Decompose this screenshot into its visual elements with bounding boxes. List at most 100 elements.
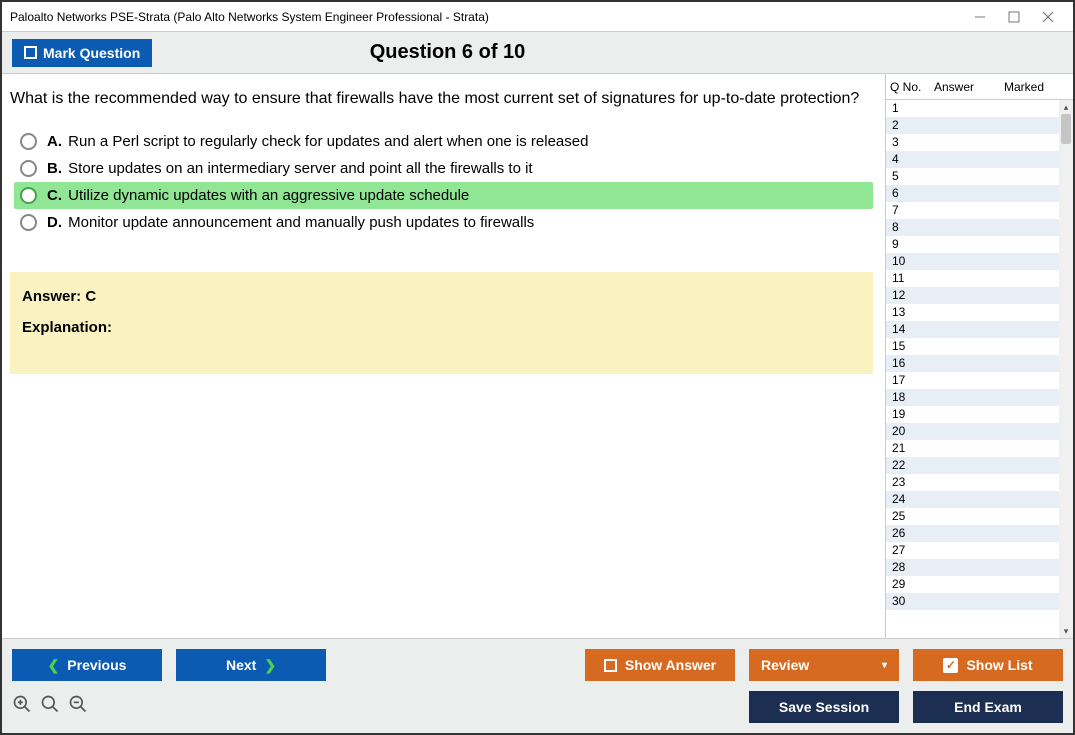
options-list: A. Run a Perl script to regularly check …: [14, 128, 873, 236]
header-answer: Answer: [934, 80, 1004, 94]
answer-panel: Answer: C Explanation:: [10, 272, 873, 374]
show-list-button[interactable]: ✓ Show List: [913, 649, 1063, 681]
question-list-row[interactable]: 17: [886, 372, 1059, 389]
option-text: A. Run a Perl script to regularly check …: [47, 133, 588, 150]
option-text: B. Store updates on an intermediary serv…: [47, 160, 533, 177]
option-row[interactable]: C. Utilize dynamic updates with an aggre…: [14, 182, 873, 209]
previous-label: Previous: [67, 657, 126, 673]
option-text: C. Utilize dynamic updates with an aggre…: [47, 187, 469, 204]
radio-icon[interactable]: [20, 133, 37, 150]
question-list-row[interactable]: 13: [886, 304, 1059, 321]
checkbox-empty-icon: [24, 46, 37, 59]
window-title: Paloalto Networks PSE-Strata (Palo Alto …: [10, 10, 973, 24]
show-list-label: Show List: [966, 657, 1032, 673]
explanation-label: Explanation:: [22, 319, 861, 336]
question-list-row[interactable]: 21: [886, 440, 1059, 457]
question-list-row[interactable]: 1: [886, 100, 1059, 117]
option-row[interactable]: A. Run a Perl script to regularly check …: [14, 128, 873, 155]
end-exam-button[interactable]: End Exam: [913, 691, 1063, 723]
checkbox-empty-icon: [604, 659, 617, 672]
maximize-icon[interactable]: [1007, 10, 1021, 24]
question-list-row[interactable]: 30: [886, 593, 1059, 610]
question-list-header: Q No. Answer Marked: [886, 74, 1073, 100]
option-row[interactable]: B. Store updates on an intermediary serv…: [14, 155, 873, 182]
question-list-row[interactable]: 7: [886, 202, 1059, 219]
option-text: D. Monitor update announcement and manua…: [47, 214, 534, 231]
show-answer-label: Show Answer: [625, 657, 716, 673]
question-list-row[interactable]: 12: [886, 287, 1059, 304]
question-text: What is the recommended way to ensure th…: [10, 90, 873, 108]
question-list-row[interactable]: 14: [886, 321, 1059, 338]
question-list-row[interactable]: 26: [886, 525, 1059, 542]
question-list-row[interactable]: 5: [886, 168, 1059, 185]
body: What is the recommended way to ensure th…: [2, 74, 1073, 638]
footer-row-1: ❮ Previous Next ❯ Show Answer Review ▾ ✓…: [12, 649, 1063, 681]
question-list-row[interactable]: 8: [886, 219, 1059, 236]
end-exam-label: End Exam: [954, 699, 1022, 715]
question-list-row[interactable]: 16: [886, 355, 1059, 372]
question-list-row[interactable]: 23: [886, 474, 1059, 491]
previous-button[interactable]: ❮ Previous: [12, 649, 162, 681]
question-list-row[interactable]: 15: [886, 338, 1059, 355]
main-panel: What is the recommended way to ensure th…: [2, 74, 885, 638]
question-list-row[interactable]: 19: [886, 406, 1059, 423]
scroll-up-icon[interactable]: ▴: [1059, 100, 1073, 114]
window-controls: [973, 10, 1055, 24]
mark-question-label: Mark Question: [43, 45, 140, 61]
question-list-row[interactable]: 3: [886, 134, 1059, 151]
scrollbar[interactable]: ▴ ▾: [1059, 100, 1073, 638]
zoom-controls: [12, 694, 88, 720]
question-list-row[interactable]: 2: [886, 117, 1059, 134]
question-list-row[interactable]: 24: [886, 491, 1059, 508]
scroll-thumb[interactable]: [1061, 114, 1071, 144]
mark-question-button[interactable]: Mark Question: [12, 39, 152, 67]
footer: ❮ Previous Next ❯ Show Answer Review ▾ ✓…: [2, 638, 1073, 733]
close-icon[interactable]: [1041, 10, 1055, 24]
option-letter: C.: [47, 187, 66, 204]
show-answer-button[interactable]: Show Answer: [585, 649, 735, 681]
minimize-icon[interactable]: [973, 10, 987, 24]
chevron-down-icon: ▾: [882, 660, 887, 671]
footer-row-2: Save Session End Exam: [12, 691, 1063, 723]
question-list-row[interactable]: 4: [886, 151, 1059, 168]
question-list-row[interactable]: 25: [886, 508, 1059, 525]
radio-icon[interactable]: [20, 160, 37, 177]
question-list-row[interactable]: 29: [886, 576, 1059, 593]
radio-icon[interactable]: [20, 187, 37, 204]
question-list-panel: Q No. Answer Marked 12345678910111213141…: [885, 74, 1073, 638]
question-list-row[interactable]: 9: [886, 236, 1059, 253]
answer-label: Answer: C: [22, 288, 861, 305]
question-list-body: 1234567891011121314151617181920212223242…: [886, 100, 1073, 638]
question-list-row[interactable]: 22: [886, 457, 1059, 474]
titlebar: Paloalto Networks PSE-Strata (Palo Alto …: [2, 2, 1073, 32]
zoom-in-icon[interactable]: [12, 694, 32, 720]
app-window: Paloalto Networks PSE-Strata (Palo Alto …: [0, 0, 1075, 735]
next-button[interactable]: Next ❯: [176, 649, 326, 681]
radio-icon[interactable]: [20, 214, 37, 231]
question-list-row[interactable]: 10: [886, 253, 1059, 270]
option-letter: B.: [47, 160, 66, 177]
save-session-button[interactable]: Save Session: [749, 691, 899, 723]
header-marked: Marked: [1004, 80, 1073, 94]
question-list-row[interactable]: 27: [886, 542, 1059, 559]
save-session-label: Save Session: [779, 699, 869, 715]
option-letter: D.: [47, 214, 66, 231]
topbar: Mark Question Question 6 of 10: [2, 32, 1073, 74]
scroll-down-icon[interactable]: ▾: [1059, 624, 1073, 638]
zoom-reset-icon[interactable]: [40, 694, 60, 720]
review-label: Review: [761, 657, 809, 673]
zoom-out-icon[interactable]: [68, 694, 88, 720]
question-list-row[interactable]: 20: [886, 423, 1059, 440]
review-button[interactable]: Review ▾: [749, 649, 899, 681]
question-list-row[interactable]: 11: [886, 270, 1059, 287]
question-list-row[interactable]: 28: [886, 559, 1059, 576]
question-list-row[interactable]: 18: [886, 389, 1059, 406]
checkbox-checked-icon: ✓: [943, 658, 958, 673]
option-row[interactable]: D. Monitor update announcement and manua…: [14, 209, 873, 236]
chevron-right-icon: ❯: [264, 657, 276, 674]
question-list-row[interactable]: 6: [886, 185, 1059, 202]
chevron-left-icon: ❮: [48, 657, 60, 674]
next-label: Next: [226, 657, 256, 673]
header-qno: Q No.: [890, 80, 934, 94]
option-letter: A.: [47, 133, 66, 150]
